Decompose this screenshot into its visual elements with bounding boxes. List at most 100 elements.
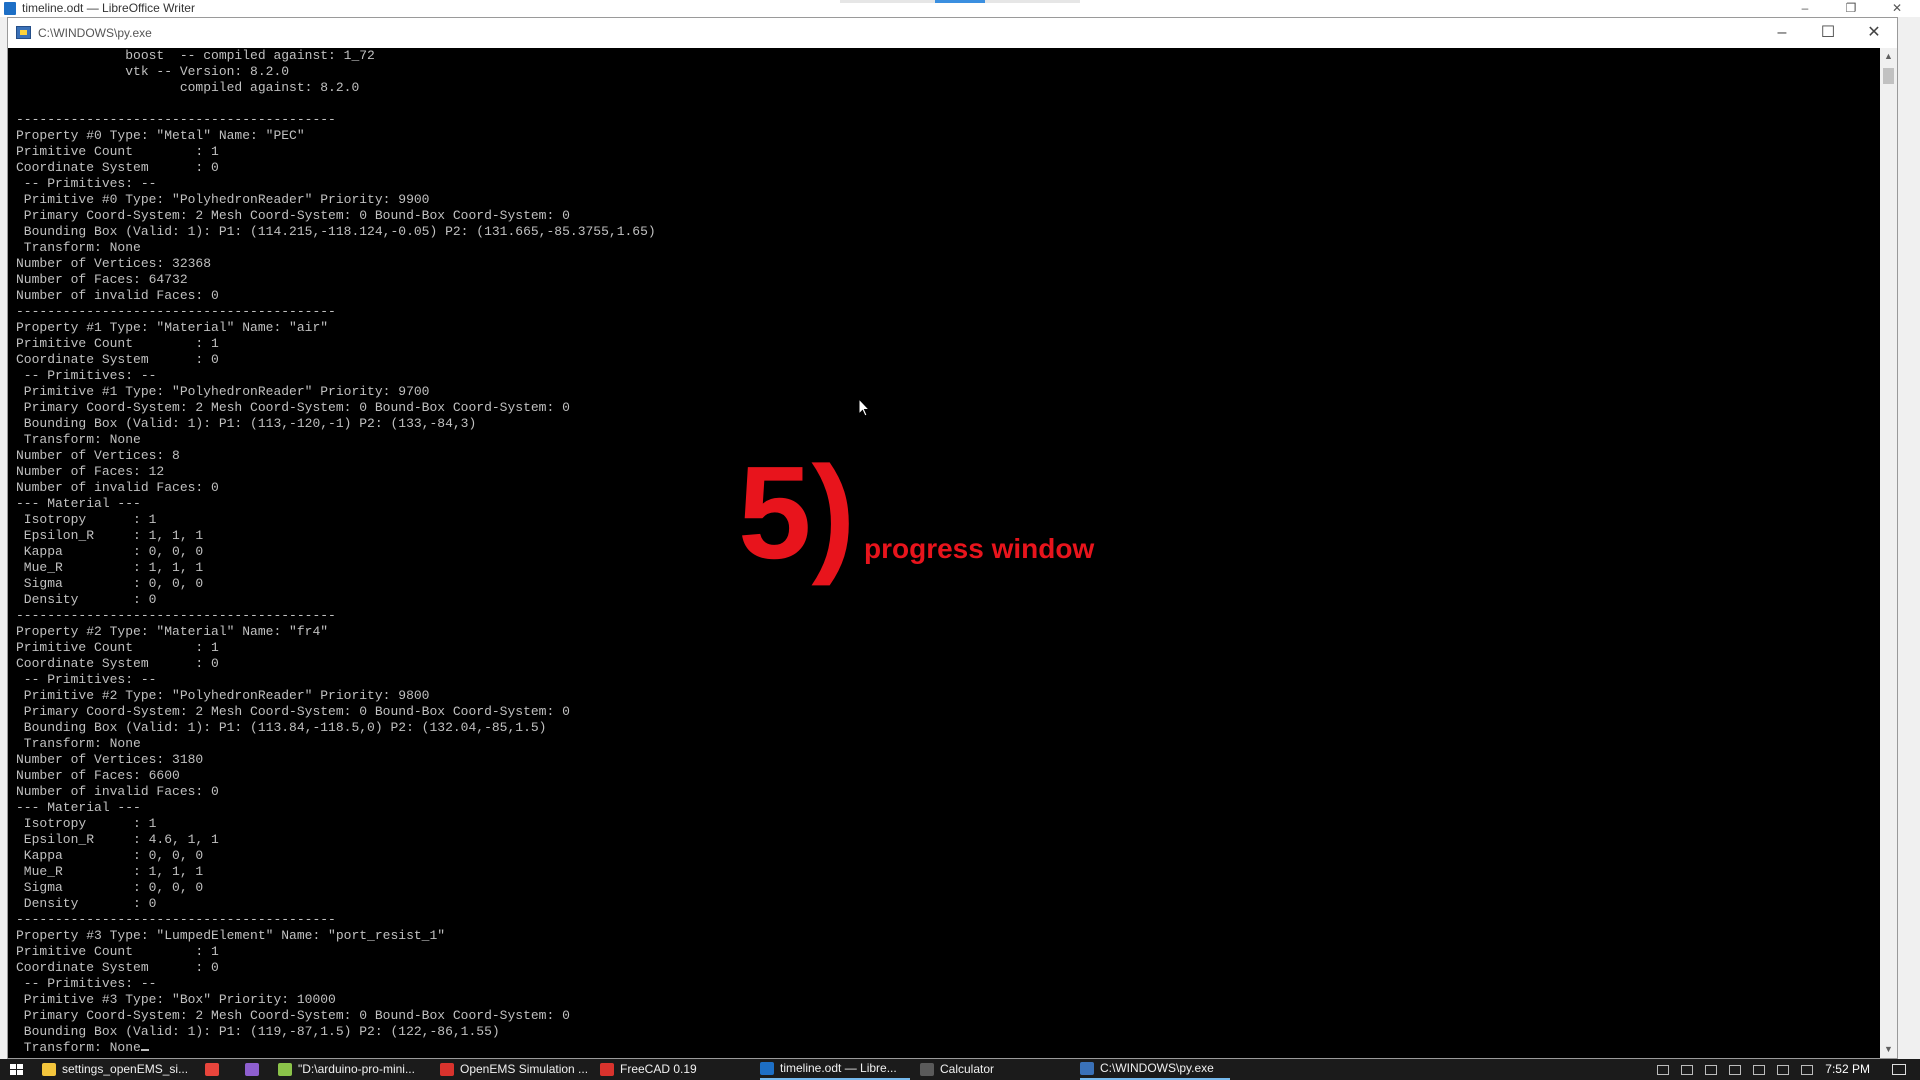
bg-minimize-button[interactable]: –	[1782, 0, 1828, 17]
chrome-icon	[205, 1063, 219, 1076]
terminal-line: ----------------------------------------…	[16, 112, 336, 127]
terminal-line: Number of invalid Faces: 0	[16, 288, 219, 303]
terminal-line: Number of Vertices: 32368	[16, 256, 212, 271]
scrollbar-thumb[interactable]	[1883, 68, 1894, 84]
terminal-line: Property #0 Type: "Metal" Name: "PEC"	[16, 128, 305, 143]
taskbar-item[interactable]: timeline.odt — Libre...	[760, 1059, 910, 1080]
close-button[interactable]: ✕	[1851, 18, 1897, 48]
active-tab-indicator	[935, 0, 985, 3]
taskbar-item-label: "D:\arduino-pro-mini...	[298, 1062, 415, 1076]
terminal-line: -- Primitives: --	[16, 672, 157, 687]
terminal-line: Mue_R : 1, 1, 1	[16, 864, 204, 879]
terminal-line: Number of Vertices: 3180	[16, 752, 204, 767]
terminal-line: Primary Coord-System: 2 Mesh Coord-Syste…	[16, 704, 570, 719]
terminal-line: Transform: None	[16, 432, 141, 447]
terminal-line: Coordinate System : 0	[16, 160, 219, 175]
bg-restore-button[interactable]: ❐	[1828, 0, 1874, 17]
terminal-line: Primitive Count : 1	[16, 336, 219, 351]
annotation-caption: progress window	[864, 533, 1095, 564]
terminal-line: Coordinate System : 0	[16, 960, 219, 975]
minimize-button[interactable]: –	[1759, 18, 1805, 48]
terminal-line: Transform: None	[16, 1040, 141, 1055]
tray-app-icon[interactable]	[1657, 1064, 1670, 1075]
python-console-icon	[16, 26, 31, 39]
windows-start-icon[interactable]	[10, 1064, 23, 1076]
terminal-line: Primary Coord-System: 2 Mesh Coord-Syste…	[16, 1008, 570, 1023]
terminal-line: Primitive Count : 1	[16, 944, 219, 959]
terminal-line: --- Material ---	[16, 800, 141, 815]
terminal-line: Sigma : 0, 0, 0	[16, 576, 204, 591]
tray-app-icon[interactable]	[1705, 1064, 1718, 1075]
console-titlebar[interactable]: C:\WINDOWS\py.exe – ☐ ✕	[8, 18, 1897, 48]
scroll-up-icon[interactable]: ▲	[1880, 48, 1897, 65]
scroll-down-icon[interactable]: ▼	[1880, 1041, 1897, 1058]
calculator-icon	[920, 1063, 934, 1076]
terminal-line: -- Primitives: --	[16, 976, 157, 991]
maximize-button[interactable]: ☐	[1805, 18, 1851, 48]
terminal-line: Property #1 Type: "Material" Name: "air"	[16, 320, 329, 335]
taskbar: settings_openEMS_si... "D:\arduino-pro-mi…	[0, 1059, 1920, 1080]
terminal-line: Primitive #2 Type: "PolyhedronReader" Pr…	[16, 688, 430, 703]
taskbar-item[interactable]	[245, 1059, 275, 1080]
terminal-line: Bounding Box (Valid: 1): P1: (113,-120,-…	[16, 416, 477, 431]
libreoffice-writer-icon	[4, 2, 16, 15]
terminal-line: -- Primitives: --	[16, 368, 157, 383]
terminal-line: Transform: None	[16, 736, 141, 751]
volume-icon[interactable]	[1777, 1064, 1790, 1075]
terminal-line: ----------------------------------------…	[16, 912, 336, 927]
desktop: timeline.odt — LibreOffice Writer – ❐ ✕ …	[0, 0, 1920, 1080]
terminal-line: Density : 0	[16, 896, 157, 911]
terminal-line: Primary Coord-System: 2 Mesh Coord-Syste…	[16, 400, 570, 415]
bg-close-button[interactable]: ✕	[1874, 0, 1920, 17]
terminal-line: ----------------------------------------…	[16, 608, 336, 623]
terminal-line: -- Primitives: --	[16, 176, 157, 191]
terminal-line: vtk -- Version: 8.2.0	[16, 64, 290, 79]
terminal-line: Isotropy : 1	[16, 816, 157, 831]
freecad-icon	[440, 1063, 454, 1076]
taskbar-item-label: Calculator	[940, 1062, 995, 1076]
annotation-step-number: 5)	[738, 439, 856, 586]
wifi-icon[interactable]	[1801, 1064, 1814, 1075]
background-window-titlebar[interactable]: timeline.odt — LibreOffice Writer – ❐ ✕	[0, 0, 1920, 17]
vertical-scrollbar[interactable]: ▲ ▼	[1880, 48, 1897, 1058]
taskbar-item[interactable]: C:\WINDOWS\py.exe	[1080, 1059, 1230, 1080]
terminal-line: Number of Faces: 6600	[16, 768, 180, 783]
taskbar-item[interactable]: OpenEMS Simulation ...	[440, 1059, 590, 1080]
notepad-icon	[278, 1063, 292, 1076]
battery-icon[interactable]	[1729, 1064, 1742, 1075]
terminal-line: Primitive Count : 1	[16, 144, 219, 159]
taskbar-item[interactable]: "D:\arduino-pro-mini...	[278, 1059, 433, 1080]
tab-strip	[840, 0, 1080, 3]
terminal-line: Number of Faces: 12	[16, 464, 165, 479]
terminal-line: Bounding Box (Valid: 1): P1: (113.84,-11…	[16, 720, 547, 735]
terminal-line: Kappa : 0, 0, 0	[16, 544, 204, 559]
taskbar-item-label: settings_openEMS_si...	[62, 1062, 189, 1076]
taskbar-item[interactable]: settings_openEMS_si...	[42, 1059, 192, 1080]
taskbar-item[interactable]	[205, 1059, 235, 1080]
terminal-line: Number of invalid Faces: 0	[16, 784, 219, 799]
terminal-line: --- Material ---	[16, 496, 141, 511]
taskbar-clock[interactable]: 7:52 PM	[1825, 1059, 1870, 1080]
terminal-line: Mue_R : 1, 1, 1	[16, 560, 204, 575]
taskbar-item[interactable]: Calculator	[920, 1059, 1070, 1080]
terminal-line: Isotropy : 1	[16, 512, 157, 527]
folder-icon	[42, 1063, 56, 1076]
network-icon[interactable]	[1753, 1064, 1766, 1075]
terminal-line: Primitive Count : 1	[16, 640, 219, 655]
tray-app-icon[interactable]	[1681, 1064, 1694, 1075]
notification-center-icon[interactable]	[1892, 1064, 1906, 1075]
terminal-line: compiled against: 8.2.0	[16, 80, 360, 95]
terminal-line: Number of invalid Faces: 0	[16, 480, 219, 495]
taskbar-item-label: FreeCAD 0.19	[620, 1062, 697, 1076]
taskbar-item[interactable]: FreeCAD 0.19	[600, 1059, 750, 1080]
console-title: C:\WINDOWS\py.exe	[38, 26, 152, 40]
terminal-line: Property #3 Type: "LumpedElement" Name: …	[16, 928, 446, 943]
terminal-line: Transform: None	[16, 240, 141, 255]
terminal-line: Number of Faces: 64732	[16, 272, 188, 287]
python-icon	[1080, 1062, 1094, 1075]
terminal-line: Epsilon_R : 4.6, 1, 1	[16, 832, 219, 847]
text-cursor	[140, 1049, 149, 1051]
taskbar-item-label: OpenEMS Simulation ...	[460, 1062, 589, 1076]
terminal-line: Primary Coord-System: 2 Mesh Coord-Syste…	[16, 208, 570, 223]
writer-icon	[760, 1062, 774, 1075]
